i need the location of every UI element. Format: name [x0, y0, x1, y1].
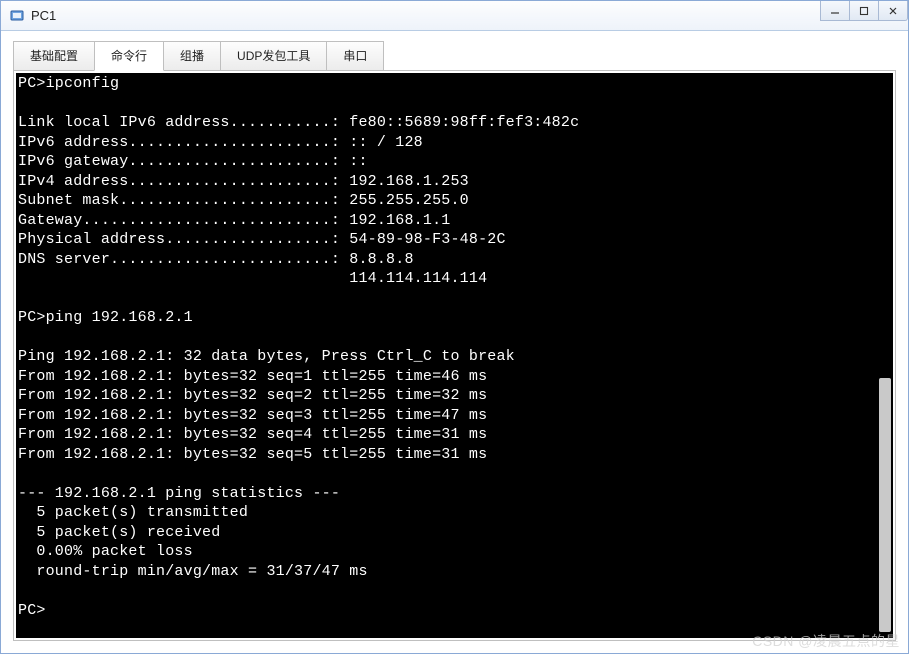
client-area: 基础配置 命令行 组播 UDP发包工具 串口 PC>ipconfig Link …: [1, 31, 908, 653]
tab-udp-tool[interactable]: UDP发包工具: [220, 41, 327, 71]
app-icon: [9, 8, 25, 24]
tab-panel: PC>ipconfig Link local IPv6 address.....…: [13, 70, 896, 641]
titlebar[interactable]: PC1: [1, 1, 908, 31]
app-window: PC1 基础配置 命令行 组播 UDP发包工具 串口 PC>ipconfig L…: [0, 0, 909, 654]
window-title: PC1: [31, 8, 820, 23]
terminal-scrollbar[interactable]: [877, 73, 893, 638]
tab-command-line[interactable]: 命令行: [94, 41, 164, 71]
minimize-button[interactable]: [820, 1, 850, 21]
close-button[interactable]: [878, 1, 908, 21]
tab-bar: 基础配置 命令行 组播 UDP发包工具 串口: [13, 41, 896, 71]
tab-multicast[interactable]: 组播: [163, 41, 221, 71]
scrollbar-thumb[interactable]: [879, 378, 891, 632]
terminal-output: PC>ipconfig Link local IPv6 address.....…: [16, 73, 893, 622]
tab-basic-config[interactable]: 基础配置: [13, 41, 95, 71]
window-controls: [820, 1, 908, 30]
terminal[interactable]: PC>ipconfig Link local IPv6 address.....…: [16, 73, 893, 638]
maximize-button[interactable]: [849, 1, 879, 21]
tab-serial[interactable]: 串口: [326, 41, 384, 71]
